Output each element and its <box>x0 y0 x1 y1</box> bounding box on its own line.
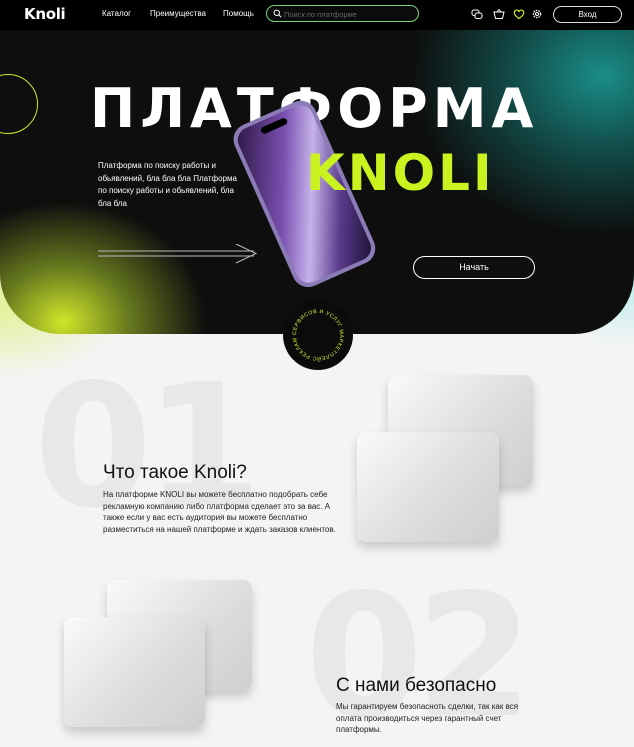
hero-description: Платформа по поиску работы и обьявлений,… <box>98 161 237 208</box>
badge-text: СЕРВИСОВ И УСЛУГ МАРКЕТПЛЕЙС РЕКЛАМНЫХ П… <box>280 296 343 363</box>
chat-icon[interactable] <box>471 8 483 20</box>
basket-icon[interactable] <box>493 8 505 20</box>
top-navbar: Knoli Каталог Преимущества Помощь Вход <box>0 0 634 30</box>
section-title-what-is: Что такое Knoli? <box>103 462 247 483</box>
search-icon <box>273 9 282 18</box>
decorative-card <box>357 432 499 542</box>
section-text-what-is: На платформе KNOLI вы можете бесплатно п… <box>103 490 336 534</box>
search-box[interactable] <box>266 5 419 22</box>
start-button[interactable]: Начать <box>413 256 535 279</box>
login-button[interactable]: Вход <box>553 6 622 23</box>
section-text-safe: Мы гарантируем безопасноть сделки, так к… <box>336 702 519 734</box>
nav-link-help[interactable]: Помощь <box>223 9 254 18</box>
decorative-card <box>64 617 205 727</box>
decorative-ring <box>0 74 38 134</box>
arrow-right-icon <box>98 244 258 264</box>
nav-link-catalog[interactable]: Каталог <box>102 9 131 18</box>
section-title-safe: С нами безопасно <box>336 675 497 696</box>
heart-icon[interactable] <box>513 8 525 20</box>
svg-text:СЕРВИСОВ И УСЛУГ МАРКЕТПЛЕЙС Р: СЕРВИСОВ И УСЛУГ МАРКЕТПЛЕЙС РЕКЛАМНЫХ П… <box>283 300 344 363</box>
gear-icon[interactable] <box>531 8 543 20</box>
search-input[interactable] <box>284 8 414 20</box>
logo[interactable]: Knoli <box>24 5 66 23</box>
nav-link-advantages[interactable]: Преимущества <box>150 9 206 18</box>
hero-section: ПЛАТФОРМА KNOLI Платформа по поиску рабо… <box>0 30 634 334</box>
circular-badge: СЕРВИСОВ И УСЛУГ МАРКЕТПЛЕЙС РЕКЛАМНЫХ П… <box>280 296 353 370</box>
hero-brand: KNOLI <box>306 144 495 202</box>
